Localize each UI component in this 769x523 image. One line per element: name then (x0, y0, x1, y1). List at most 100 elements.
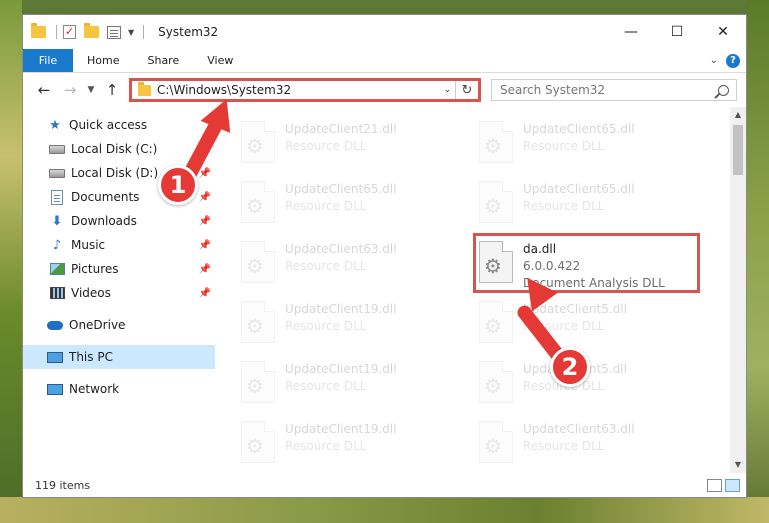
forward-arrow-icon[interactable]: → (57, 81, 83, 99)
main-content: ★ Quick access Local Disk (C:) 📌 Local D… (23, 107, 746, 473)
annotation-badge-1: 1 (158, 165, 198, 205)
scroll-up-arrow-icon[interactable]: ▲ (730, 107, 746, 123)
properties-icon[interactable] (107, 23, 121, 41)
file-name: UpdateClient65.dll (523, 182, 635, 196)
search-icon[interactable] (718, 84, 729, 96)
file-item[interactable]: UpdateClient65.dll Resource DLL (479, 115, 717, 175)
file-description: Resource DLL (285, 439, 367, 453)
title-separator (143, 25, 145, 39)
sidebar-item-label: This PC (69, 350, 113, 364)
back-arrow-icon[interactable]: ← (31, 81, 57, 99)
address-row: ← → ▼ ↑ C:\Windows\System32 ⌄ ↻ (23, 73, 746, 107)
sidebar-item-network[interactable]: Network (23, 377, 215, 401)
star-icon: ★ (49, 117, 61, 133)
dll-file-icon (241, 301, 275, 343)
file-description: Resource DLL (523, 199, 605, 213)
item-count: 119 items (35, 478, 91, 492)
expand-ribbon-chevron-icon[interactable]: ⌄ (710, 55, 718, 66)
dll-file-icon (479, 361, 513, 403)
toolbar-separator (56, 25, 57, 39)
scroll-down-arrow-icon[interactable]: ▼ (730, 457, 746, 473)
pin-icon[interactable]: 📌 (199, 240, 211, 251)
pin-icon[interactable]: 📌 (199, 264, 211, 275)
file-item[interactable]: UpdateClient63.dll Resource DLL (241, 235, 479, 295)
close-button[interactable]: ✕ (700, 15, 746, 49)
scrollbar-thumb[interactable] (733, 125, 743, 175)
search-box[interactable] (491, 79, 737, 101)
tab-home[interactable]: Home (73, 49, 133, 72)
highlight-box-da-dll (473, 233, 700, 293)
address-dropdown-chevron-icon[interactable]: ⌄ (440, 81, 456, 99)
file-item[interactable]: UpdateClient19.dll Resource DLL (241, 295, 479, 355)
file-name: UpdateClient65.dll (285, 182, 397, 196)
dll-file-icon (479, 121, 513, 163)
recent-locations-chevron-icon[interactable]: ▼ (83, 85, 99, 95)
file-item[interactable]: UpdateClient63.dll Resource DLL (479, 415, 717, 475)
file-name: UpdateClient63.dll (523, 422, 635, 436)
file-name: UpdateClient19.dll (285, 362, 397, 376)
desktop-background-bottom (0, 497, 769, 523)
file-view: UpdateClient21.dll Resource DLL UpdateCl… (215, 107, 746, 473)
file-item[interactable]: UpdateClient5.dll Resource DLL (479, 295, 717, 355)
file-name: UpdateClient19.dll (285, 302, 397, 316)
sidebar-item-videos[interactable]: Videos 📌 (23, 281, 215, 305)
pin-icon[interactable]: 📌 (199, 192, 211, 203)
sidebar-item-onedrive[interactable]: OneDrive (23, 313, 215, 337)
address-path[interactable]: C:\Windows\System32 (157, 83, 291, 97)
file-grid: UpdateClient21.dll Resource DLL UpdateCl… (241, 115, 746, 475)
address-folder-icon (138, 81, 151, 96)
sidebar-item-local-disk-c[interactable]: Local Disk (C:) 📌 (23, 137, 215, 161)
refresh-icon[interactable]: ↻ (456, 83, 478, 98)
address-bar[interactable]: C:\Windows\System32 ⌄ ↻ (129, 78, 481, 102)
pin-icon[interactable]: 📌 (199, 216, 211, 227)
sidebar-item-downloads[interactable]: ⬇ Downloads 📌 (23, 209, 215, 233)
maximize-button[interactable]: ☐ (654, 15, 700, 49)
properties-check-icon[interactable]: ✓ (63, 23, 76, 41)
onedrive-cloud-icon (47, 317, 63, 333)
file-description: Resource DLL (523, 139, 605, 153)
tab-share[interactable]: Share (133, 49, 193, 72)
file-item[interactable]: UpdateClient21.dll Resource DLL (241, 115, 479, 175)
vertical-scrollbar[interactable]: ▲ ▼ (730, 107, 746, 473)
dll-file-icon (241, 121, 275, 163)
sidebar-item-label: Documents (71, 190, 140, 204)
file-item[interactable]: UpdateClient19.dll Resource DLL (241, 415, 479, 475)
sidebar-item-pictures[interactable]: Pictures 📌 (23, 257, 215, 281)
up-arrow-icon[interactable]: ↑ (99, 81, 125, 99)
sidebar-item-label: Quick access (69, 118, 148, 132)
tab-file[interactable]: File (23, 49, 73, 72)
file-name: UpdateClient21.dll (285, 122, 397, 136)
ribbon-tabs: File Home Share View ⌄ ? (23, 49, 746, 73)
tiles-view-icon[interactable] (725, 478, 740, 492)
file-item[interactable]: UpdateClient65.dll Resource DLL (241, 175, 479, 235)
computer-icon (47, 349, 63, 365)
search-input[interactable] (500, 83, 700, 97)
file-name: UpdateClient65.dll (523, 122, 635, 136)
details-view-icon[interactable] (707, 478, 722, 492)
drive-icon (49, 165, 65, 181)
file-item[interactable]: UpdateClient65.dll Resource DLL (479, 175, 717, 235)
sidebar-item-music[interactable]: ♪ Music 📌 (23, 233, 215, 257)
file-item[interactable]: UpdateClient19.dll Resource DLL (241, 355, 479, 415)
pin-icon[interactable]: 📌 (199, 168, 211, 179)
sidebar-item-label: Videos (71, 286, 111, 300)
videos-icon (49, 285, 65, 301)
window-title: System32 (158, 25, 219, 39)
new-folder-icon[interactable] (84, 23, 99, 41)
minimize-button[interactable]: — (608, 15, 654, 49)
network-icon (47, 381, 63, 397)
help-icon[interactable]: ? (726, 53, 740, 68)
dll-file-icon (479, 421, 513, 463)
desktop-background-left (0, 0, 22, 523)
file-item[interactable]: UpdateClient5.dll Resource DLL (479, 355, 717, 415)
tab-view[interactable]: View (193, 49, 247, 72)
dll-file-icon (241, 421, 275, 463)
folder-icon (31, 23, 46, 41)
customize-toolbar-arrow-icon[interactable]: ▼ (128, 28, 134, 37)
sidebar-item-quick-access[interactable]: ★ Quick access (23, 113, 215, 137)
dll-file-icon (479, 181, 513, 223)
pin-icon[interactable]: 📌 (199, 288, 211, 299)
sidebar-item-this-pc[interactable]: This PC (23, 345, 215, 369)
dll-file-icon (241, 181, 275, 223)
sidebar-item-label: Network (69, 382, 120, 396)
